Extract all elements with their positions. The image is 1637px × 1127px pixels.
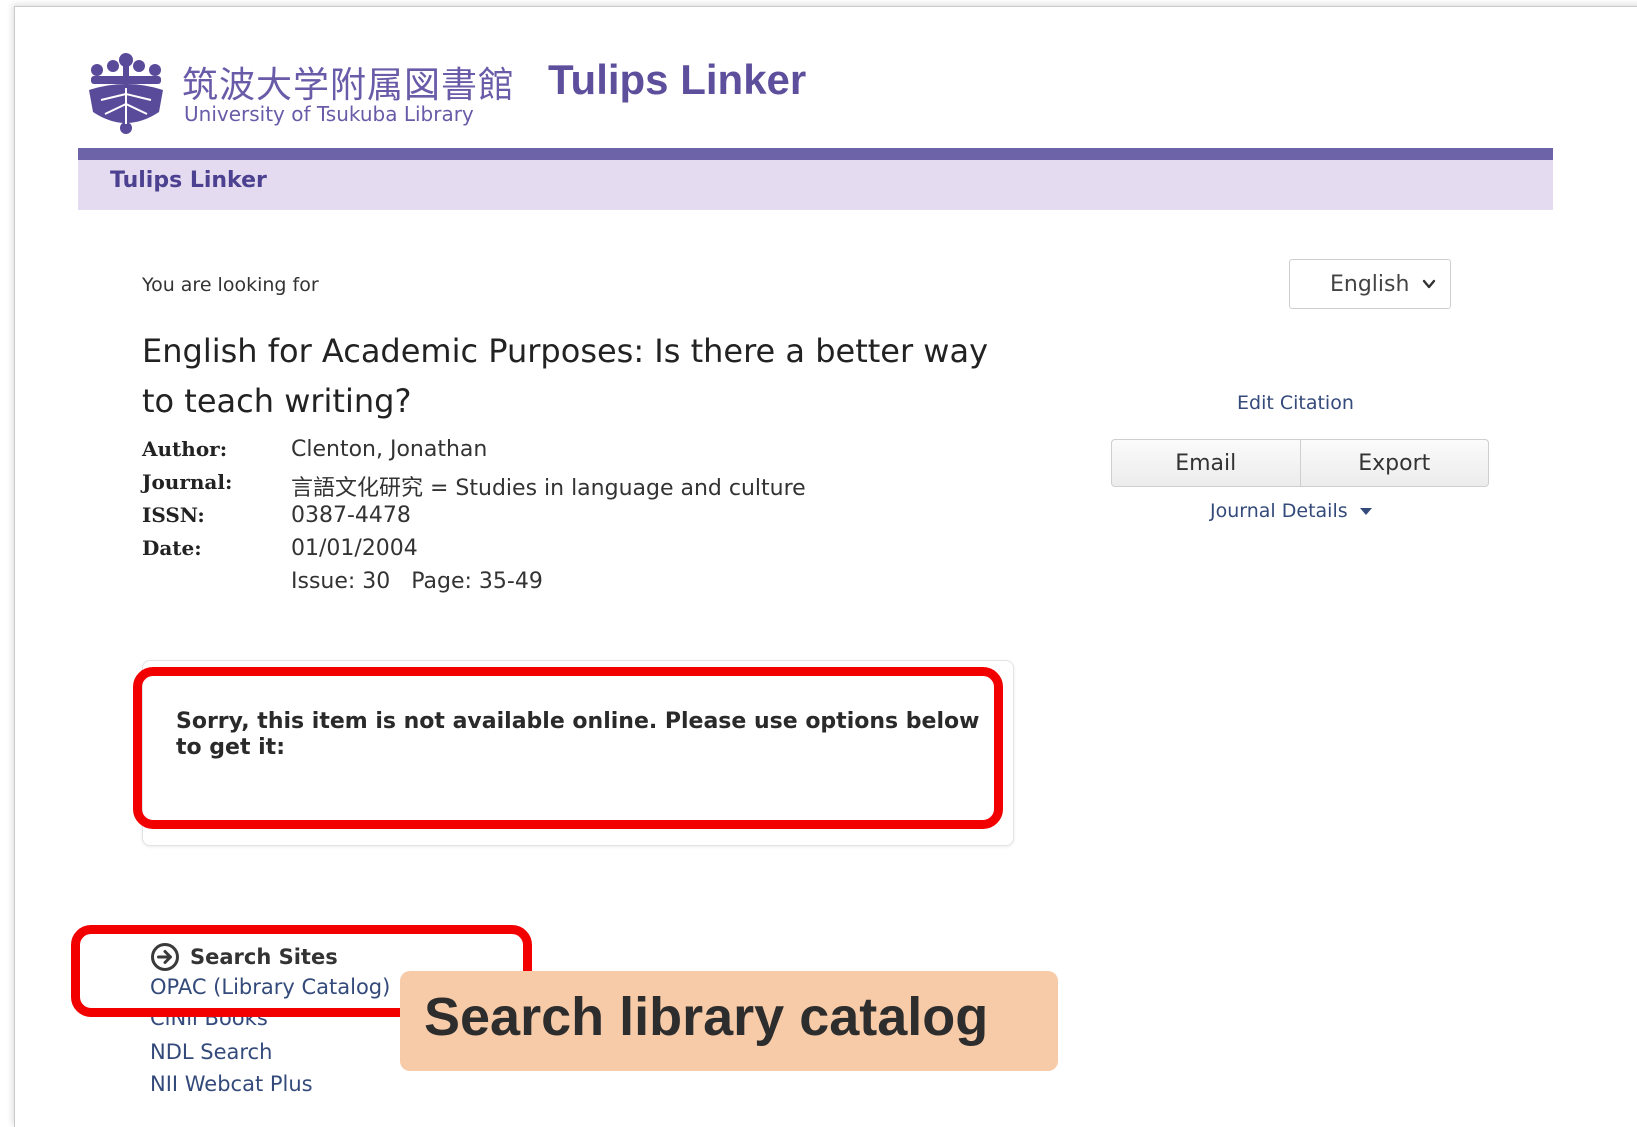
date-value: 01/01/2004	[291, 536, 418, 561]
arrow-circle-right-icon	[151, 943, 179, 971]
article-title: English for Academic Purposes: Is there …	[142, 332, 989, 420]
author-value: Clenton, Jonathan	[291, 437, 488, 462]
opac-link[interactable]: OPAC (Library Catalog)	[150, 975, 390, 999]
library-name-japanese: 筑波大学附属図書館	[182, 65, 516, 106]
journal-value: 言語文化研究 = Studies in language and culture	[291, 476, 806, 501]
issue-page-value: Issue: 30 Page: 35-49	[291, 569, 543, 594]
annotation-callout-text: Search library catalog	[424, 987, 989, 1047]
language-select[interactable]: English	[1289, 259, 1451, 309]
email-export-button-group: Email Export	[1111, 439, 1489, 487]
language-select-value: English	[1330, 272, 1410, 297]
ndl-search-link[interactable]: NDL Search	[150, 1040, 272, 1064]
issn-value: 0387-4478	[291, 503, 411, 528]
journal-details-toggle[interactable]: Journal Details	[1210, 500, 1372, 522]
nav-bar	[78, 160, 1553, 210]
search-sites-heading: Search Sites	[150, 942, 338, 972]
search-sites-label: Search Sites	[190, 945, 338, 969]
chevron-down-icon	[1422, 279, 1436, 289]
nav-accent-bar	[78, 148, 1553, 160]
library-logo-icon	[89, 53, 163, 134]
author-label: Author:	[142, 437, 228, 461]
journal-details-label: Journal Details	[1210, 500, 1348, 522]
caret-down-icon	[1359, 508, 1372, 515]
date-label: Date:	[142, 536, 202, 560]
nii-webcat-plus-link[interactable]: NII Webcat Plus	[150, 1072, 313, 1096]
export-button[interactable]: Export	[1299, 440, 1489, 486]
availability-message: Sorry, this item is not available online…	[176, 709, 980, 760]
looking-for-label: You are looking for	[142, 274, 319, 296]
nav-bar-title[interactable]: Tulips Linker	[110, 168, 267, 193]
journal-label: Journal:	[142, 470, 233, 494]
email-button[interactable]: Email	[1112, 440, 1300, 486]
library-name-english: University of Tsukuba Library	[184, 102, 474, 126]
issn-label: ISSN:	[142, 503, 205, 527]
edit-citation-link[interactable]: Edit Citation	[1237, 392, 1354, 414]
app-title: Tulips Linker	[548, 56, 807, 103]
